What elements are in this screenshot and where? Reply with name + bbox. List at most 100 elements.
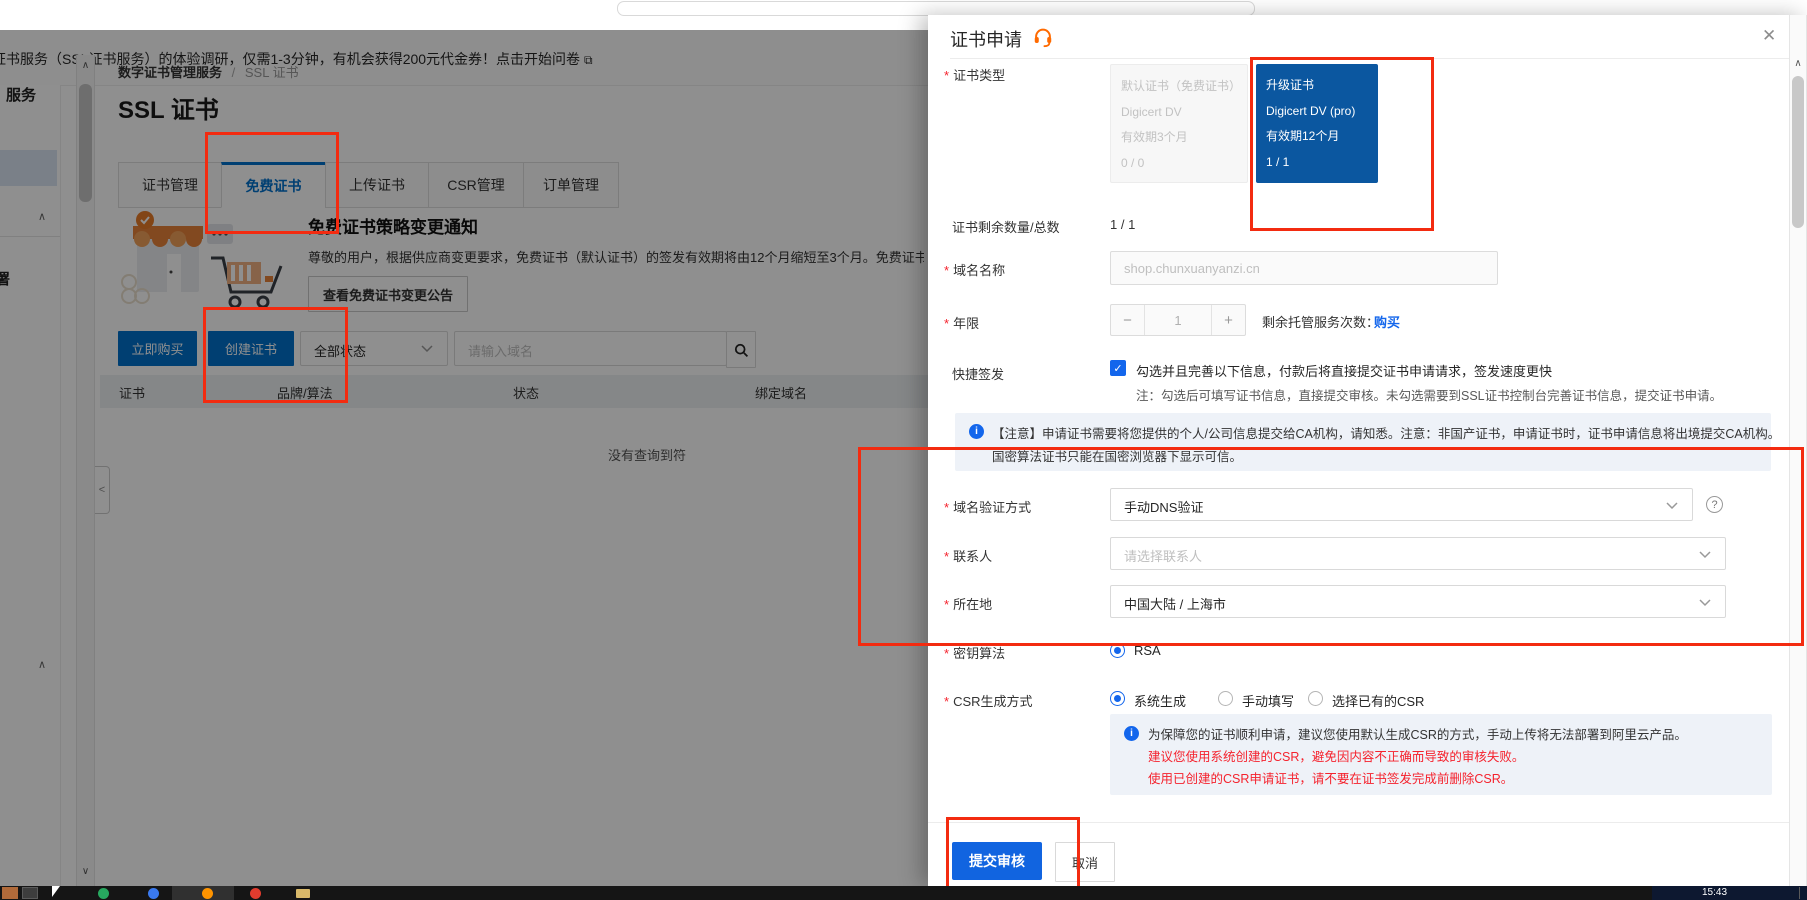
option-brand: Digicert DV [1121,100,1237,126]
hosting-buy-link[interactable]: 购买 [1374,312,1400,331]
search-button[interactable] [726,331,756,368]
option-name: 默认证书（免费证书） [1121,74,1237,100]
csr-option-manual: 手动填写 [1242,691,1294,710]
quick-issue-text: 勾选并且完善以下信息，付款后将直接提交证书申请请求，签发速度更快 [1136,361,1552,380]
tab-label: 证书管理 [142,175,198,195]
check-icon: ✓ [1113,362,1122,375]
stepper-plus-button[interactable]: + [1211,305,1245,335]
option-quota: 0 / 0 [1121,151,1237,177]
domain-placeholder: shop.chunxuanyanzi.cn [1124,261,1260,276]
years-value: 1 [1145,305,1211,335]
scroll-up-arrow[interactable]: ∧ [76,60,95,71]
csr-method-label: CSR生成方式 [944,691,1033,710]
csr-radio-system[interactable] [1110,691,1125,706]
table-empty-text: 没有查询到符 [608,445,686,464]
info-icon: i [969,424,984,439]
domain-label: 域名名称 [944,260,1005,279]
breadcrumb-separator: / [232,65,236,80]
sidebar-divider [0,236,60,237]
taskbar [0,886,1807,900]
drawer-scrollbar-thumb[interactable] [1792,76,1804,228]
annotation-box-form-fields [858,447,1804,646]
csr-info-line2: 建议您使用系统创建的CSR，避免因内容不正确而导致的审核失败。 [1148,746,1524,765]
headset-support-icon[interactable] [1032,26,1054,48]
search-placeholder: 请输入域名 [468,341,533,360]
csr-option-system: 系统生成 [1134,691,1186,710]
page-title: SSL 证书 [118,90,219,125]
hosting-count-label: 剩余托管服务次数： [1262,312,1379,331]
annotation-box-upgrade-card [1250,57,1434,231]
main-scrollbar-thumb[interactable] [79,84,92,202]
drawer-title: 证书申请 [950,26,1022,52]
cursor-pointer-icon [52,886,60,897]
breadcrumb: 数字证书管理服务 / SSL 证书 [118,62,518,81]
modal-dim-overlay [0,30,928,886]
close-icon[interactable]: ✕ [1762,26,1776,46]
cert-type-label: 证书类型 [944,65,1005,84]
taskbar-clock[interactable]: 15:43 [1702,887,1727,898]
taskbar-folder-icon[interactable] [296,889,310,898]
sidebar-item-active[interactable] [0,150,57,186]
annotation-box-submit [946,817,1080,897]
tab-label: CSR管理 [447,175,505,195]
cert-type-option-default[interactable]: 默认证书（免费证书） Digicert DV 有效期3个月 0 / 0 [1110,64,1248,183]
taskbar-app-red-icon[interactable] [250,888,261,899]
tab-order-management[interactable]: 订单管理 [523,162,619,208]
option-validity: 有效期3个月 [1121,125,1237,151]
left-sidebar [0,85,61,886]
scroll-down-arrow[interactable]: ∨ [76,866,95,877]
info-glyph: i [975,426,978,437]
taskbar-thumbnail-2[interactable] [22,887,38,899]
external-link-icon: ⧉ [584,53,593,67]
csr-option-existing: 选择已有的CSR [1332,691,1424,710]
chevron-down-icon [421,345,433,353]
taskbar-app-blue-icon[interactable] [148,888,159,899]
col-header-domain: 绑定域名 [755,383,807,402]
tab-csr-management[interactable]: CSR管理 [428,162,524,208]
taskbar-tray[interactable] [1652,886,1807,900]
breadcrumb-root[interactable]: 数字证书管理服务 [118,65,222,80]
col-header-cert: 证书 [119,383,145,402]
csr-radio-existing[interactable] [1308,691,1323,706]
stepper-minus-button[interactable]: − [1111,305,1145,335]
panel-collapse-handle[interactable]: < [95,466,110,514]
col-header-status: 状态 [513,383,539,402]
buy-now-button[interactable]: 立即购买 [118,331,197,366]
csr-info-line3: 使用已创建的CSR申请证书，请不要在证书签发完成前删除CSR。 [1148,768,1513,787]
tab-upload-cert[interactable]: 上传证书 [325,162,429,208]
domain-input[interactable]: shop.chunxuanyanzi.cn [1110,251,1498,285]
drawer-scroll-up-arrow[interactable]: ∧ [1789,58,1807,69]
sidebar-item-label[interactable]: 服务 [6,84,36,105]
quick-issue-label: 快捷签发 [952,364,1004,383]
years-stepper: − 1 + [1110,304,1246,336]
ca-notice-line1: 【注意】申请证书需要将您提供的个人/公司信息提交给CA机构，请知悉。注意：非国产… [992,423,1780,442]
sidebar-collapse-chevron-up-icon-2[interactable]: ∧ [38,658,46,671]
remaining-value: 1 / 1 [1110,217,1135,232]
button-label: 立即购买 [131,339,183,358]
info-icon: i [1124,726,1139,741]
breadcrumb-current: SSL 证书 [245,65,299,80]
sidebar-collapse-chevron-up-icon[interactable]: ∧ [38,210,46,223]
taskbar-thumbnail-1[interactable] [2,887,18,899]
remaining-label: 证书剩余数量/总数 [952,217,1060,236]
policy-notice-body: 尊敬的用户，根据供应商变更要求，免费证书（默认证书）的签发有效期将由12个月缩短… [308,247,924,266]
show-desktop-divider[interactable] [1799,887,1800,899]
annotation-box-free-cert-tab [205,132,339,234]
collapse-left-icon: < [99,484,105,496]
sidebar-item-label-2[interactable]: 署 [0,268,10,289]
annotation-box-create-cert [203,307,348,403]
csr-info-line1: 为保障您的证书顺利申请，建议您使用默认生成CSR的方式，手动上传将无法部署到阿里… [1148,724,1687,743]
search-icon [733,342,749,358]
taskbar-firefox-icon[interactable] [202,888,213,899]
quick-issue-checkbox[interactable]: ✓ [1110,360,1126,376]
quick-issue-note: 注：勾选后可填写证书信息，直接提交审核。未勾选需要到SSL证书控制台完善证书信息… [1136,385,1722,404]
tab-label: 订单管理 [543,175,599,195]
taskbar-app-green-icon[interactable] [98,888,109,899]
csr-radio-manual[interactable] [1218,691,1233,706]
years-label: 年限 [944,313,979,332]
top-outline-box [617,1,1255,16]
tab-label: 上传证书 [349,175,405,195]
button-label: 查看免费证书变更公告 [323,285,453,304]
info-glyph: i [1130,728,1133,739]
domain-search-input[interactable]: 请输入域名 [454,331,727,366]
